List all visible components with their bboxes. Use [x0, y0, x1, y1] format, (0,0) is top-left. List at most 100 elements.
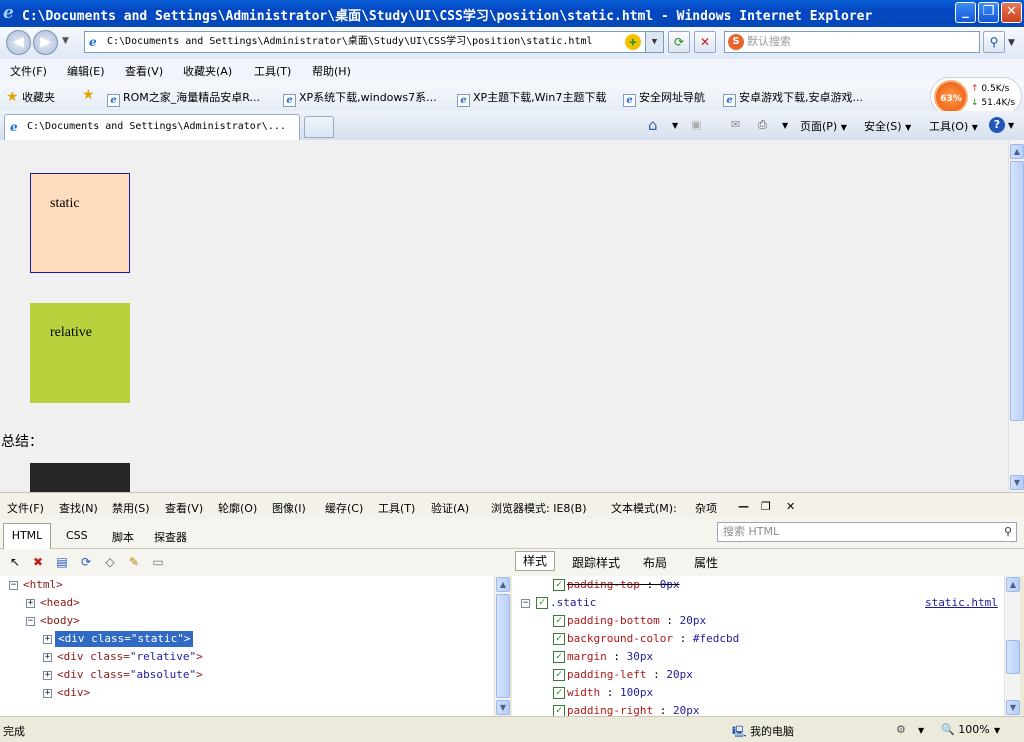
- page-menu[interactable]: 页面(P) ▼: [800, 118, 847, 134]
- word-wrap-icon[interactable]: ▭: [150, 555, 166, 570]
- scroll-down-icon[interactable]: ▼: [1010, 475, 1024, 490]
- checkbox[interactable]: ✓: [553, 687, 565, 699]
- fav-item-xp-system[interactable]: e XP系统下载,windows7系...: [283, 89, 437, 107]
- dev-menu-file[interactable]: 文件(F): [7, 500, 44, 516]
- safety-menu[interactable]: 安全(S) ▼: [864, 118, 911, 134]
- chevron-down-icon[interactable]: ▼: [918, 726, 924, 735]
- checkbox[interactable]: ✓: [536, 597, 548, 609]
- tab-html[interactable]: HTML: [3, 523, 51, 549]
- dev-menu-images[interactable]: 图像(I): [272, 500, 306, 516]
- tab-active[interactable]: e C:\Documents and Settings\Administrato…: [4, 114, 300, 140]
- select-element-icon[interactable]: ↖: [7, 555, 23, 570]
- styles-scrollbar[interactable]: ▲ ▼: [1004, 576, 1020, 716]
- checkbox[interactable]: ✓: [553, 615, 565, 627]
- favorites-button[interactable]: ★ 收藏夹: [6, 89, 55, 105]
- css-property[interactable]: margin : 30px: [567, 649, 653, 665]
- dev-menu-cache[interactable]: 缓存(C): [325, 500, 363, 516]
- history-dropdown-icon[interactable]: ▼: [62, 36, 69, 46]
- compatibility-icon[interactable]: +: [625, 34, 641, 50]
- tree-scrollbar[interactable]: ▲ ▼: [494, 576, 510, 716]
- expand-icon[interactable]: +: [43, 653, 52, 662]
- protected-mode-icon[interactable]: ⚙: [896, 723, 906, 736]
- scroll-up-icon[interactable]: ▲: [1010, 144, 1024, 159]
- search-html-input[interactable]: 搜索 HTML ⚲: [717, 522, 1017, 542]
- page-scrollbar[interactable]: ▲ ▼: [1008, 140, 1024, 492]
- zoom-control[interactable]: 🔍 100%: [941, 723, 990, 736]
- refresh-icon[interactable]: ⟳: [78, 555, 94, 570]
- tree-node-head[interactable]: <head>: [40, 595, 80, 611]
- maximize-button[interactable]: ❐: [978, 2, 999, 23]
- dev-menu-tools[interactable]: 工具(T): [378, 500, 415, 516]
- help-icon[interactable]: ?: [989, 117, 1005, 133]
- tree-node-div-static[interactable]: <div class="static">: [55, 631, 194, 647]
- search-icon[interactable]: ⚲: [1004, 523, 1012, 541]
- tree-node-body[interactable]: <body>: [40, 613, 80, 629]
- add-favorite-icon[interactable]: ★: [82, 87, 95, 103]
- tab-attributes[interactable]: 属性: [694, 554, 718, 571]
- menu-tools[interactable]: 工具(T): [254, 63, 291, 79]
- close-icon[interactable]: ✕: [786, 500, 795, 513]
- feeds-icon[interactable]: ▣: [691, 118, 701, 131]
- collapse-icon[interactable]: −: [521, 599, 530, 608]
- minimize-button[interactable]: _: [955, 2, 976, 23]
- scroll-up-icon[interactable]: ▲: [1006, 577, 1020, 592]
- scroll-thumb[interactable]: [1006, 640, 1020, 674]
- address-dropdown-icon[interactable]: ▼: [645, 32, 663, 52]
- dev-menu-find[interactable]: 查找(N): [59, 500, 98, 516]
- css-property[interactable]: padding-left : 20px: [567, 667, 693, 683]
- tree-node-div-relative[interactable]: <div class="relative">: [57, 649, 203, 665]
- checkbox[interactable]: ✓: [553, 669, 565, 681]
- mail-icon[interactable]: ✉: [731, 118, 740, 131]
- expand-icon[interactable]: +: [43, 689, 52, 698]
- home-icon[interactable]: ⌂: [648, 116, 658, 134]
- menu-help[interactable]: 帮助(H): [312, 63, 351, 79]
- tab-script[interactable]: 脚本: [112, 529, 134, 545]
- print-icon[interactable]: ⎙: [758, 118, 767, 132]
- browser-mode-menu[interactable]: 浏览器模式: IE8(B): [491, 500, 587, 516]
- checkbox[interactable]: ✓: [553, 579, 565, 591]
- document-mode-menu[interactable]: 文本模式(M):: [611, 500, 677, 516]
- expand-icon[interactable]: +: [26, 599, 35, 608]
- scroll-thumb[interactable]: [1010, 161, 1024, 421]
- checkbox[interactable]: ✓: [553, 651, 565, 663]
- refresh-button[interactable]: ⟳: [668, 31, 690, 53]
- tools-menu[interactable]: 工具(O) ▼: [929, 118, 978, 134]
- search-options-icon[interactable]: ▼: [1008, 38, 1015, 48]
- css-property[interactable]: width : 100px: [567, 685, 653, 701]
- menu-favorites[interactable]: 收藏夹(A): [183, 63, 232, 79]
- print-dropdown-icon[interactable]: ▼: [782, 121, 788, 130]
- minimize-icon[interactable]: —: [738, 500, 749, 513]
- address-bar[interactable]: e C:\Documents and Settings\Administrato…: [84, 31, 664, 53]
- dev-menu-disable[interactable]: 禁用(S): [112, 500, 150, 516]
- scroll-down-icon[interactable]: ▼: [1006, 700, 1020, 715]
- tree-node-div[interactable]: <div>: [57, 685, 90, 701]
- tree-node-html[interactable]: <html>: [23, 577, 63, 593]
- menu-edit[interactable]: 编辑(E): [67, 63, 105, 79]
- checkbox[interactable]: ✓: [553, 633, 565, 645]
- tab-style[interactable]: 样式: [515, 551, 555, 571]
- edit-icon[interactable]: ✎: [126, 555, 142, 570]
- unpin-icon[interactable]: ❐: [761, 500, 771, 513]
- scroll-up-icon[interactable]: ▲: [496, 577, 510, 592]
- close-button[interactable]: ✕: [1001, 2, 1022, 23]
- new-tab-button[interactable]: [304, 116, 334, 138]
- menu-file[interactable]: 文件(F): [10, 63, 47, 79]
- expand-icon[interactable]: +: [43, 635, 52, 644]
- zoom-dropdown-icon[interactable]: ▼: [994, 726, 1000, 735]
- stop-button[interactable]: ✕: [694, 31, 716, 53]
- save-icon[interactable]: ▤: [54, 555, 70, 570]
- dev-menu-view[interactable]: 查看(V): [165, 500, 203, 516]
- security-zone[interactable]: 我的电脑: [750, 723, 794, 739]
- collapse-icon[interactable]: −: [26, 617, 35, 626]
- tab-layout[interactable]: 布局: [643, 554, 667, 571]
- network-speed-widget[interactable]: 63% ↑ 0.5K/s ↓ 51.4K/s: [930, 77, 1022, 115]
- menu-view[interactable]: 查看(V): [125, 63, 163, 79]
- search-icon[interactable]: ⚲: [983, 31, 1005, 53]
- back-button[interactable]: ◀: [6, 30, 31, 55]
- fav-item-rom[interactable]: e ROM之家_海量精品安卓R...: [107, 89, 260, 107]
- css-property[interactable]: background-color : #fedcbd: [567, 631, 739, 647]
- fav-item-android-games[interactable]: e 安卓游戏下载,安卓游戏...: [723, 89, 863, 107]
- expand-icon[interactable]: +: [43, 671, 52, 680]
- home-dropdown-icon[interactable]: ▼: [672, 121, 678, 130]
- dev-menu-misc[interactable]: 杂项: [695, 500, 717, 516]
